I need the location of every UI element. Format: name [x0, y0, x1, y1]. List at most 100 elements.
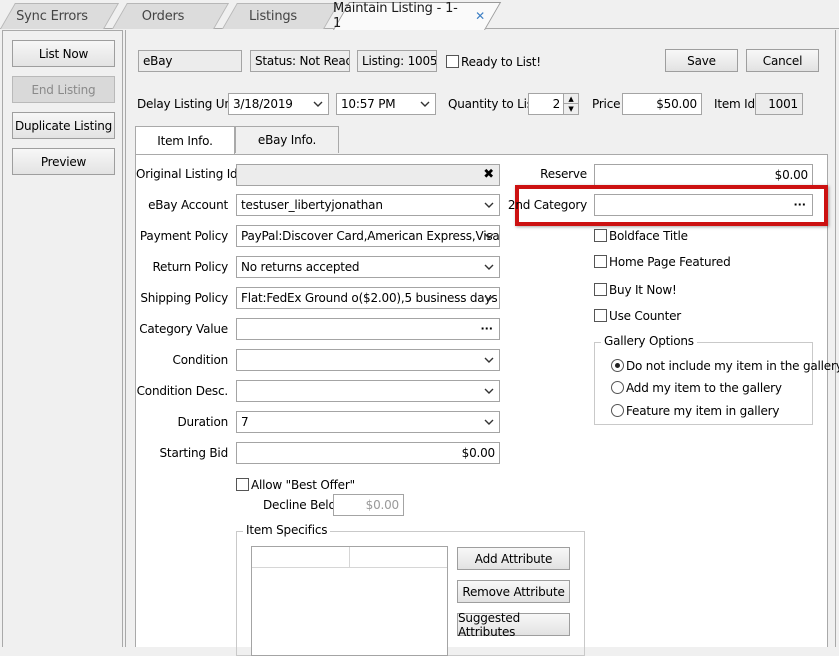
duration-label: Duration: [177, 415, 228, 429]
use-counter-checkbox[interactable]: [594, 309, 607, 322]
return-policy-select[interactable]: No returns accepted: [236, 256, 500, 278]
original-listing-id-label: Original Listing Id: [136, 167, 238, 181]
duration-select[interactable]: 7: [236, 411, 500, 433]
tab-label: Sync Errors: [16, 8, 88, 24]
ebay-account-label: eBay Account: [148, 198, 228, 212]
allow-best-offer-checkbox[interactable]: [236, 478, 249, 491]
delay-time-select[interactable]: 10:57 PM: [336, 93, 436, 115]
shipping-policy-select[interactable]: Flat:FedEx Ground o($2.00),5 business da…: [236, 287, 500, 309]
home-page-featured-checkbox[interactable]: [594, 255, 607, 268]
tab-label: Item Info.: [157, 134, 213, 148]
category-value-label: Category Value: [139, 322, 228, 336]
maintain-listing-panel: eBay Status: Not Ready Listing: 1005 Rea…: [125, 30, 839, 656]
item-specifics-list[interactable]: [251, 546, 448, 656]
status-field: Status: Not Ready: [250, 50, 350, 72]
chevron-down-icon: [484, 202, 494, 208]
allow-best-offer-label: Allow "Best Offer": [251, 478, 355, 492]
ready-to-list-checkbox[interactable]: [446, 55, 459, 68]
remove-attribute-button[interactable]: Remove Attribute: [457, 580, 570, 603]
suggested-attributes-button[interactable]: Suggested Attributes: [457, 611, 570, 639]
ebay-account-select[interactable]: testuser_libertyjonathan: [236, 194, 500, 216]
tab-label: eBay Info.: [257, 133, 317, 147]
cancel-button[interactable]: Cancel: [746, 49, 819, 72]
ellipsis-icon[interactable]: ···: [793, 198, 806, 211]
condition-desc-label: Condition Desc.: [136, 384, 229, 398]
gallery-radio-none[interactable]: [611, 359, 624, 372]
end-listing-button[interactable]: End Listing: [12, 76, 115, 103]
condition-label: Condition: [172, 353, 229, 367]
listing-number-field: Listing: 1005: [357, 50, 437, 72]
chevron-down-icon: [420, 101, 430, 107]
chevron-down-icon: [484, 419, 494, 425]
item-info-tab-body: Original Listing Id ✖ eBay Account testu…: [135, 154, 839, 656]
price-field[interactable]: $50.00: [622, 93, 702, 115]
close-icon[interactable]: ✕: [475, 9, 485, 23]
tab-orders[interactable]: Orders: [112, 3, 230, 29]
chevron-down-icon: [484, 357, 494, 363]
tab-ebay-info[interactable]: eBay Info.: [235, 126, 339, 153]
gallery-radio-feature[interactable]: [611, 404, 624, 417]
tab-maintain-listing[interactable]: Maintain Listing - 1-1 ✕: [333, 1, 502, 31]
use-counter-label: Use Counter: [609, 309, 681, 323]
original-listing-id-field[interactable]: ✖: [236, 164, 500, 186]
item-specifics-group: Item Specifics Add Attribute Remove Attr…: [236, 523, 585, 656]
category-value-field[interactable]: ···: [236, 318, 500, 340]
tab-label: Maintain Listing - 1-1: [333, 1, 458, 31]
ellipsis-icon[interactable]: ···: [480, 322, 493, 335]
clear-x-icon[interactable]: ✖: [483, 167, 494, 182]
tab-label: Orders: [141, 8, 185, 24]
decline-below-field[interactable]: $0.00: [333, 494, 404, 516]
gallery-options-group: Gallery Options Do not include my item i…: [594, 334, 839, 425]
payment-policy-value: PayPal:Discover Card,American Express,Vi…: [241, 229, 500, 243]
gallery-radio-add[interactable]: [611, 381, 624, 394]
buy-it-now-checkbox[interactable]: [594, 283, 607, 296]
list-column-divider: [349, 547, 350, 567]
ebay-account-value: testuser_libertyjonathan: [241, 198, 383, 212]
boldface-title-checkbox[interactable]: [594, 229, 607, 242]
tab-listings[interactable]: Listings: [222, 3, 340, 29]
quantity-stepper[interactable]: 2 ▲ ▼: [528, 93, 579, 115]
item-id-field: 1001: [755, 93, 803, 115]
save-button[interactable]: Save: [665, 49, 738, 72]
condition-select[interactable]: [236, 349, 500, 371]
ready-to-list-label: Ready to List!: [461, 55, 541, 69]
buy-it-now-label: Buy It Now!: [609, 283, 677, 297]
item-specifics-title: Item Specifics: [243, 523, 331, 537]
gallery-option-add-label: Add my item to the gallery: [626, 381, 782, 395]
preview-button[interactable]: Preview: [12, 148, 115, 175]
second-category-field[interactable]: ···: [594, 194, 813, 216]
duration-value: 7: [241, 415, 249, 429]
chevron-down-icon: [484, 233, 494, 239]
tab-sync-errors[interactable]: Sync Errors: [0, 3, 120, 29]
add-attribute-button[interactable]: Add Attribute: [457, 547, 570, 570]
payment-policy-select[interactable]: PayPal:Discover Card,American Express,Vi…: [236, 225, 500, 247]
reserve-field[interactable]: $0.00: [594, 164, 813, 186]
item-id-label: Item Id: [714, 97, 755, 111]
return-policy-value: No returns accepted: [241, 260, 360, 274]
document-tab-strip: Sync Errors Orders Listings Maintain Lis…: [0, 0, 839, 31]
return-policy-label: Return Policy: [152, 260, 228, 274]
spin-down-icon[interactable]: ▼: [564, 104, 578, 114]
quantity-value: 2: [552, 97, 561, 111]
second-category-label: 2nd Category: [507, 198, 587, 212]
marketplace-field: eBay: [138, 50, 242, 72]
delay-time-value: 10:57 PM: [341, 97, 396, 111]
shipping-policy-value: Flat:FedEx Ground o($2.00),5 business da…: [241, 291, 498, 305]
chevron-down-icon: [484, 388, 494, 394]
delay-date-value: 3/18/2019: [233, 97, 293, 111]
quantity-spinner[interactable]: ▲ ▼: [563, 94, 578, 114]
gallery-option-none-label: Do not include my item in the gallery: [626, 359, 839, 373]
chevron-down-icon: [313, 101, 323, 107]
delay-date-select[interactable]: 3/18/2019: [228, 93, 329, 115]
tab-label: Listings: [248, 8, 297, 24]
boldface-title-label: Boldface Title: [609, 229, 688, 243]
duplicate-listing-button[interactable]: Duplicate Listing: [12, 112, 115, 139]
starting-bid-field[interactable]: $0.00: [236, 442, 500, 464]
tab-item-info[interactable]: Item Info.: [135, 126, 235, 155]
spin-up-icon[interactable]: ▲: [564, 94, 578, 104]
price-label: Price: [592, 97, 621, 111]
quantity-label: Quantity to List: [448, 97, 538, 111]
list-now-button[interactable]: List Now: [12, 40, 115, 67]
payment-policy-label: Payment Policy: [139, 229, 228, 243]
condition-desc-select[interactable]: [236, 380, 500, 402]
